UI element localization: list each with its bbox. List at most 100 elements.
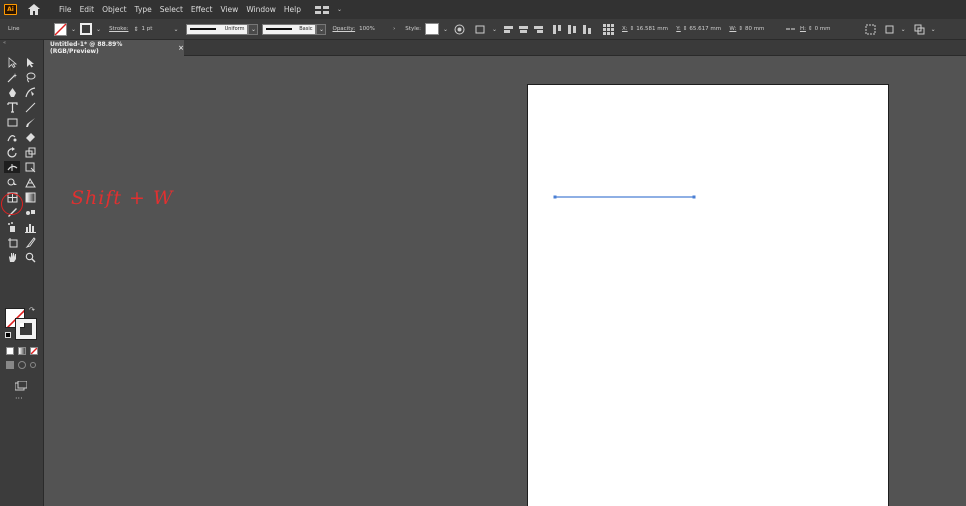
width-tool-icon[interactable]: [4, 161, 20, 173]
align-dropdown-icon[interactable]: ⌄: [492, 26, 497, 33]
y-field[interactable]: Y: ⇕ 65.617 mm: [676, 26, 723, 32]
menu-effect[interactable]: Effect: [187, 5, 217, 14]
arrange-icon[interactable]: [914, 24, 925, 35]
spinner-icon[interactable]: ⇕: [133, 26, 138, 33]
menu-object[interactable]: Object: [98, 5, 130, 14]
draw-behind-icon[interactable]: [18, 361, 26, 369]
height-field[interactable]: H: ⇕ 0 mm: [800, 26, 849, 32]
paintbrush-tool-icon[interactable]: [22, 116, 38, 128]
draw-inside-icon[interactable]: [30, 362, 36, 368]
draw-normal-icon[interactable]: [6, 361, 14, 369]
fill-stroke-wells[interactable]: ↷: [5, 306, 39, 342]
fill-dropdown-icon[interactable]: ⌄: [71, 26, 76, 33]
pen-tool-icon[interactable]: [4, 86, 20, 98]
screen-mode-icon[interactable]: [14, 376, 28, 391]
align-top-icon[interactable]: [552, 24, 563, 35]
isolate-icon[interactable]: [884, 24, 895, 35]
y-value[interactable]: 65.617 mm: [689, 26, 723, 32]
anchor-point-start[interactable]: [553, 195, 557, 199]
variable-width-profile[interactable]: Uniform: [186, 23, 249, 35]
menu-view[interactable]: View: [217, 5, 243, 14]
spinner-icon[interactable]: ⇕: [738, 26, 743, 32]
width-field[interactable]: W: ⇕ 80 mm: [729, 26, 779, 32]
w-value[interactable]: 80 mm: [745, 26, 779, 32]
stroke-swatch[interactable]: [80, 23, 93, 35]
type-tool-icon[interactable]: [4, 101, 20, 113]
spinner-icon[interactable]: ⇕: [630, 26, 635, 32]
magic-wand-tool-icon[interactable]: [4, 71, 20, 83]
transform-icon[interactable]: [865, 24, 876, 35]
document-tab[interactable]: Untitled-1* @ 88.89% (RGB/Preview) ×: [44, 40, 184, 56]
artboard[interactable]: [527, 84, 889, 506]
style-dropdown-icon[interactable]: ⌄: [443, 26, 448, 33]
lasso-tool-icon[interactable]: [22, 71, 38, 83]
slice-tool-icon[interactable]: [22, 236, 38, 248]
selection-tool-icon[interactable]: [4, 56, 20, 68]
menu-file[interactable]: File: [55, 5, 76, 14]
line-segment-tool-icon[interactable]: [22, 101, 38, 113]
curvature-tool-icon[interactable]: [22, 86, 38, 98]
blend-tool-icon[interactable]: [22, 206, 38, 218]
canvas-area[interactable]: Shift + W: [45, 57, 966, 506]
align-left-icon[interactable]: [503, 24, 514, 35]
swap-colors-icon[interactable]: ↷: [29, 306, 35, 314]
align-bottom-icon[interactable]: [582, 24, 593, 35]
arrange-dropdown-icon[interactable]: ⌄: [931, 26, 936, 33]
style-swatch[interactable]: [424, 23, 439, 35]
x-field[interactable]: X: ⇕ 16.581 mm: [622, 26, 670, 32]
brush-dropdown-icon[interactable]: ⌄: [316, 23, 327, 35]
opacity-value[interactable]: 100%: [359, 26, 389, 32]
edit-toolbar-icon[interactable]: ···: [15, 394, 23, 403]
gradient-mode-icon[interactable]: [18, 347, 26, 355]
rectangle-tool-icon[interactable]: [4, 116, 20, 128]
brush-definition[interactable]: Basic: [262, 23, 317, 35]
spinner-icon[interactable]: ⇕: [808, 26, 813, 32]
stroke-color-well[interactable]: [15, 318, 37, 340]
spinner-icon[interactable]: ⇕: [683, 26, 688, 32]
recolor-icon[interactable]: [454, 24, 465, 35]
link-proportions-icon[interactable]: [785, 24, 796, 35]
align-center-icon[interactable]: [518, 24, 529, 35]
symbol-sprayer-tool-icon[interactable]: [4, 221, 20, 233]
scale-tool-icon[interactable]: [22, 146, 38, 158]
menu-type[interactable]: Type: [131, 5, 156, 14]
default-colors-icon[interactable]: [5, 332, 11, 338]
gradient-tool-icon[interactable]: [22, 191, 38, 203]
direct-selection-tool-icon[interactable]: [22, 56, 38, 68]
align-right-icon[interactable]: [533, 24, 544, 35]
eraser-tool-icon[interactable]: [22, 131, 38, 143]
x-value[interactable]: 16.581 mm: [636, 26, 670, 32]
stroke-weight-dropdown-icon[interactable]: ⌄: [173, 26, 178, 33]
isolate-dropdown-icon[interactable]: ⌄: [901, 26, 906, 33]
column-graph-tool-icon[interactable]: [22, 221, 38, 233]
stroke-dropdown-icon[interactable]: ⌄: [96, 26, 101, 33]
zoom-tool-icon[interactable]: [22, 251, 38, 263]
free-transform-tool-icon[interactable]: [22, 161, 38, 173]
fill-swatch[interactable]: [54, 22, 67, 36]
align-to-icon[interactable]: [475, 24, 486, 35]
h-value[interactable]: 0 mm: [815, 26, 849, 32]
menu-help[interactable]: Help: [280, 5, 305, 14]
none-mode-icon[interactable]: [30, 347, 38, 355]
menu-window[interactable]: Window: [242, 5, 280, 14]
anchor-point-end[interactable]: [692, 195, 696, 199]
panel-collapse-icon[interactable]: «: [0, 40, 43, 48]
artboard-tool-icon[interactable]: [4, 236, 20, 248]
hand-tool-icon[interactable]: [4, 251, 20, 263]
stroke-weight-field[interactable]: ⇕ 1 pt: [133, 26, 169, 33]
shaper-tool-icon[interactable]: [4, 131, 20, 143]
rotate-tool-icon[interactable]: [4, 146, 20, 158]
color-mode-icon[interactable]: [6, 347, 14, 355]
workspace-switcher[interactable]: ⌄: [315, 5, 346, 14]
menu-select[interactable]: Select: [156, 5, 187, 14]
reference-point-icon[interactable]: [603, 23, 615, 35]
stroke-label[interactable]: Stroke:: [109, 26, 128, 32]
perspective-grid-tool-icon[interactable]: [22, 176, 38, 188]
opacity-label[interactable]: Opacity:: [332, 26, 355, 32]
align-middle-icon[interactable]: [567, 24, 578, 35]
profile-dropdown-icon[interactable]: ⌄: [248, 23, 259, 35]
opacity-arrow-icon[interactable]: ›: [393, 26, 395, 32]
shape-builder-tool-icon[interactable]: [4, 176, 20, 188]
menu-edit[interactable]: Edit: [76, 5, 99, 14]
home-icon[interactable]: [27, 4, 41, 16]
